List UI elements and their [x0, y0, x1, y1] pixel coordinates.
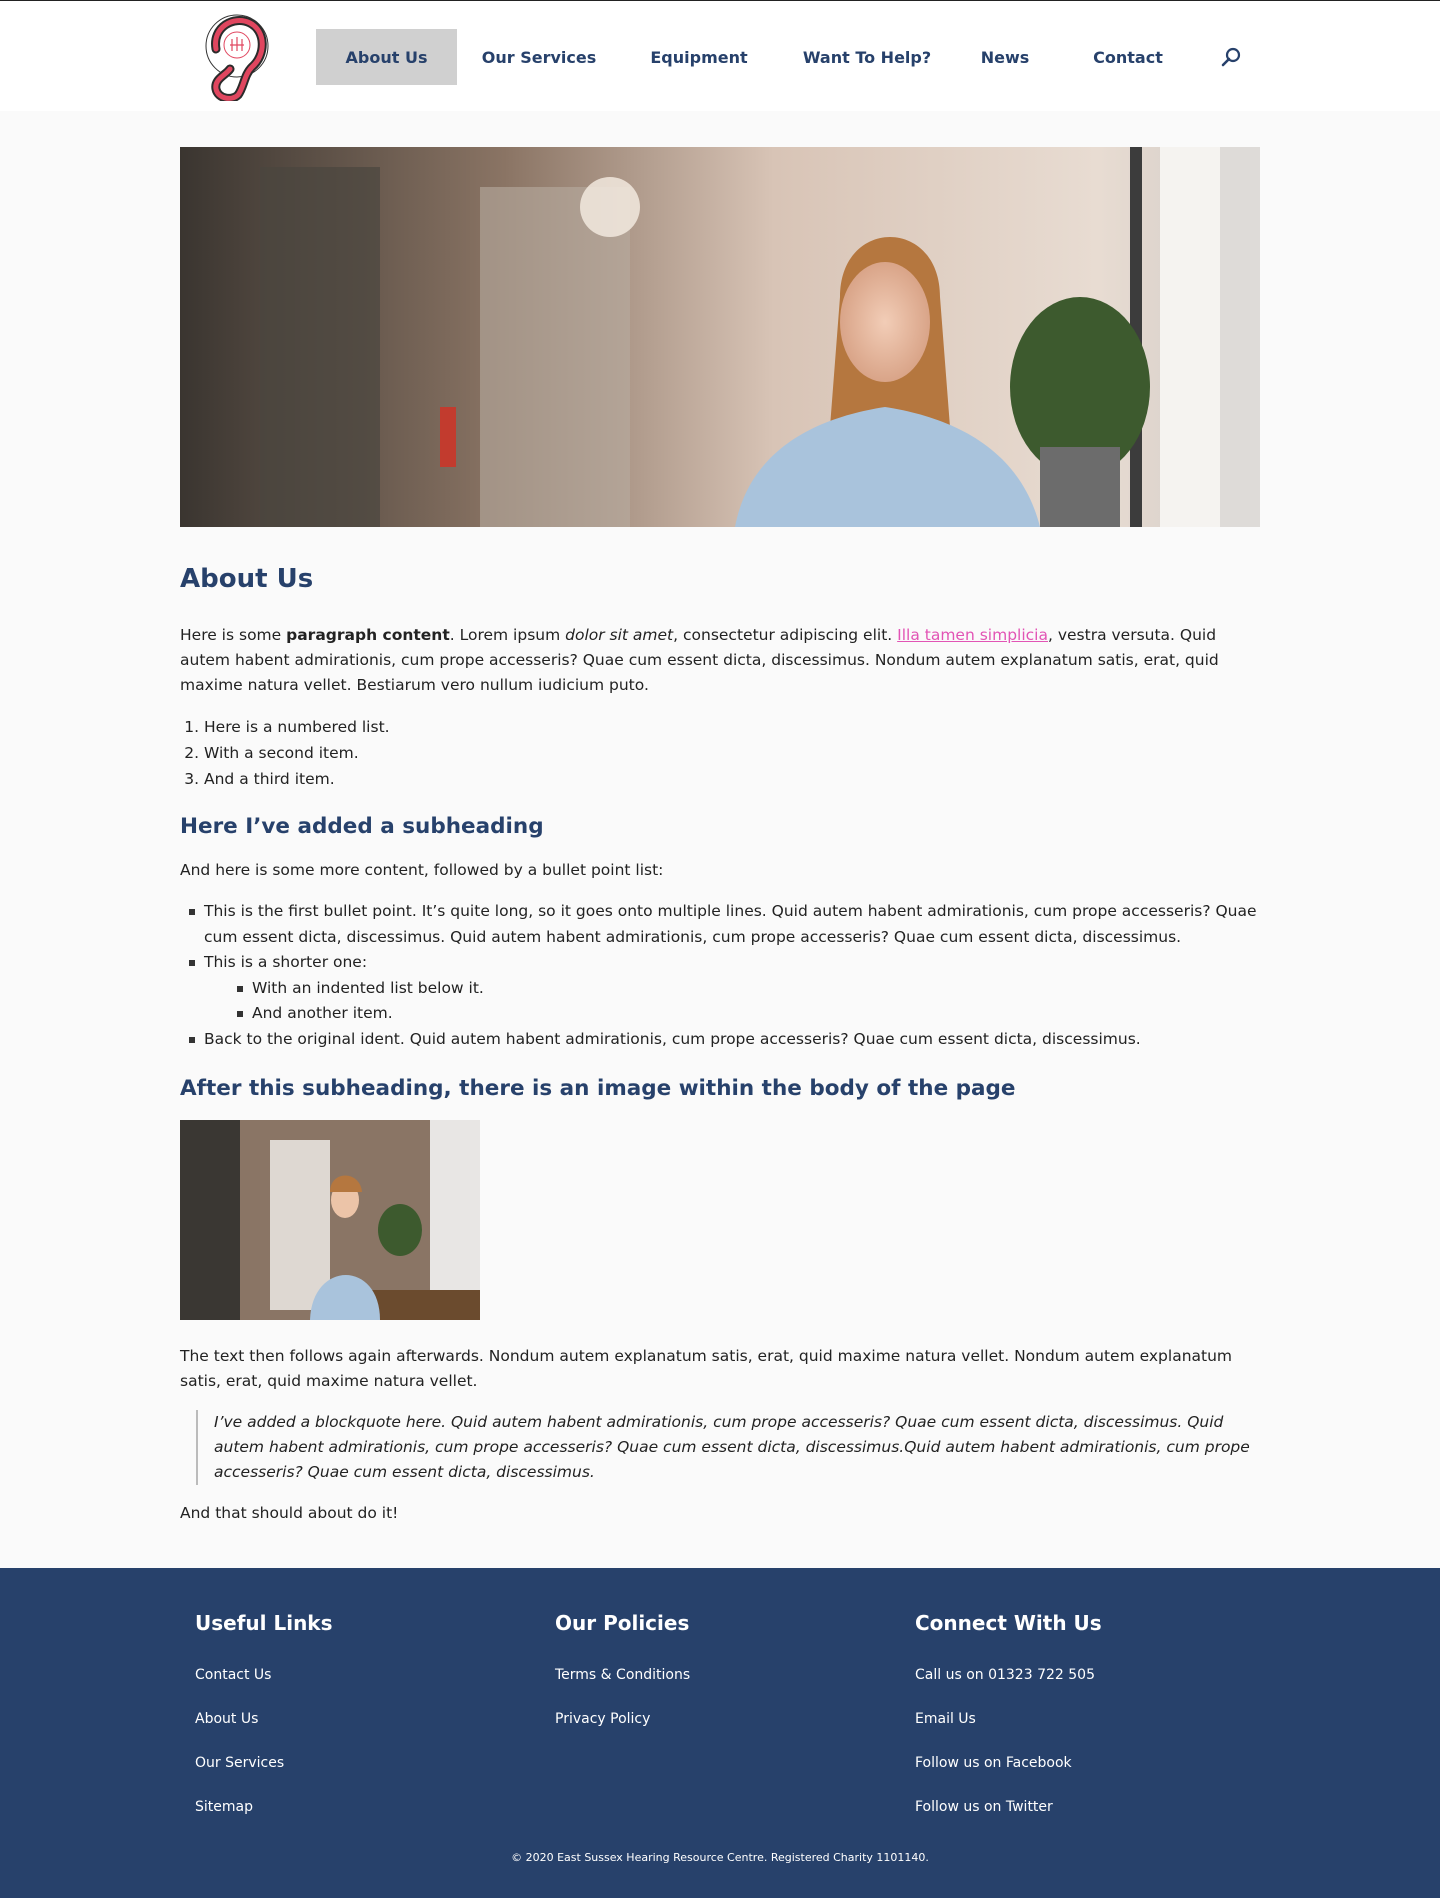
footer-link-contact-us[interactable]: Contact Us — [195, 1666, 495, 1710]
subheading: Here I’ve added a subheading — [180, 814, 544, 839]
footer-link-phone[interactable]: Call us on 01323 722 505 — [915, 1666, 1215, 1710]
subheading: After this subheading, there is an image… — [180, 1076, 1016, 1101]
list-item: With an indented list below it. — [228, 976, 1260, 1002]
site-header: About Us Our Services Equipment Want To … — [0, 1, 1440, 111]
footer-link-facebook[interactable]: Follow us on Facebook — [915, 1754, 1215, 1798]
footer-link-twitter[interactable]: Follow us on Twitter — [915, 1798, 1215, 1842]
nav-our-services[interactable]: Our Services — [457, 29, 621, 85]
list-item: And another item. — [228, 1001, 1260, 1027]
list-item: And a third item. — [204, 766, 1260, 792]
bold-text: paragraph content — [286, 626, 450, 644]
italic-text: dolor sit amet — [565, 626, 674, 644]
site-footer: Useful Links Contact Us About Us Our Ser… — [0, 1568, 1440, 1898]
list-item: Here is a numbered list. — [204, 714, 1260, 740]
footer-heading: Useful Links — [195, 1611, 333, 1635]
footer-link-privacy[interactable]: Privacy Policy — [555, 1710, 855, 1754]
list-item: This is a shorter one: With an indented … — [180, 950, 1260, 1027]
list-item: Back to the original ident. Quid autem h… — [180, 1027, 1260, 1053]
footer-link-our-services[interactable]: Our Services — [195, 1754, 495, 1798]
copyright-text: © 2020 East Sussex Hearing Resource Cent… — [511, 1851, 929, 1864]
numbered-list: Here is a numbered list. With a second i… — [180, 714, 1260, 792]
footer-link-sitemap[interactable]: Sitemap — [195, 1798, 495, 1842]
closing-paragraph: And that should about do it! — [180, 1504, 399, 1522]
hero-image — [180, 147, 1260, 527]
nav-news[interactable]: News — [957, 29, 1053, 85]
footer-policies: Our Policies Terms & Conditions Privacy … — [555, 1610, 855, 1754]
main-nav: About Us Our Services Equipment Want To … — [316, 29, 1203, 85]
list-item: This is the first bullet point. It’s qui… — [180, 899, 1260, 950]
footer-link-terms[interactable]: Terms & Conditions — [555, 1666, 855, 1710]
blockquote: I’ve added a blockquote here. Quid autem… — [196, 1410, 1260, 1485]
nav-want-to-help[interactable]: Want To Help? — [777, 29, 957, 85]
intro-paragraph: Here is some paragraph content. Lorem ip… — [180, 626, 1219, 694]
nav-equipment[interactable]: Equipment — [621, 29, 777, 85]
nav-about-us[interactable]: About Us — [316, 29, 457, 85]
footer-heading: Connect With Us — [915, 1611, 1102, 1635]
bullet-list: This is the first bullet point. It’s qui… — [180, 899, 1260, 1052]
search-icon[interactable] — [1220, 46, 1242, 68]
footer-heading: Our Policies — [555, 1611, 690, 1635]
footer-connect: Connect With Us Call us on 01323 722 505… — [915, 1610, 1215, 1842]
body-image — [180, 1120, 480, 1320]
footer-link-email[interactable]: Email Us — [915, 1710, 1215, 1754]
ear-logo[interactable] — [204, 13, 270, 101]
footer-useful-links: Useful Links Contact Us About Us Our Ser… — [195, 1610, 495, 1842]
inline-link[interactable]: Illa tamen simplicia — [897, 626, 1048, 644]
page-title: About Us — [180, 564, 314, 594]
bullet-intro: And here is some more content, followed … — [180, 861, 664, 879]
nested-bullet-list: With an indented list below it. And anot… — [228, 976, 1260, 1027]
main-content: About Us Here is some paragraph content.… — [180, 111, 1260, 1552]
nav-contact[interactable]: Contact — [1053, 29, 1203, 85]
list-item: With a second item. — [204, 740, 1260, 766]
after-image-paragraph: The text then follows again afterwards. … — [180, 1347, 1233, 1390]
footer-link-about-us[interactable]: About Us — [195, 1710, 495, 1754]
